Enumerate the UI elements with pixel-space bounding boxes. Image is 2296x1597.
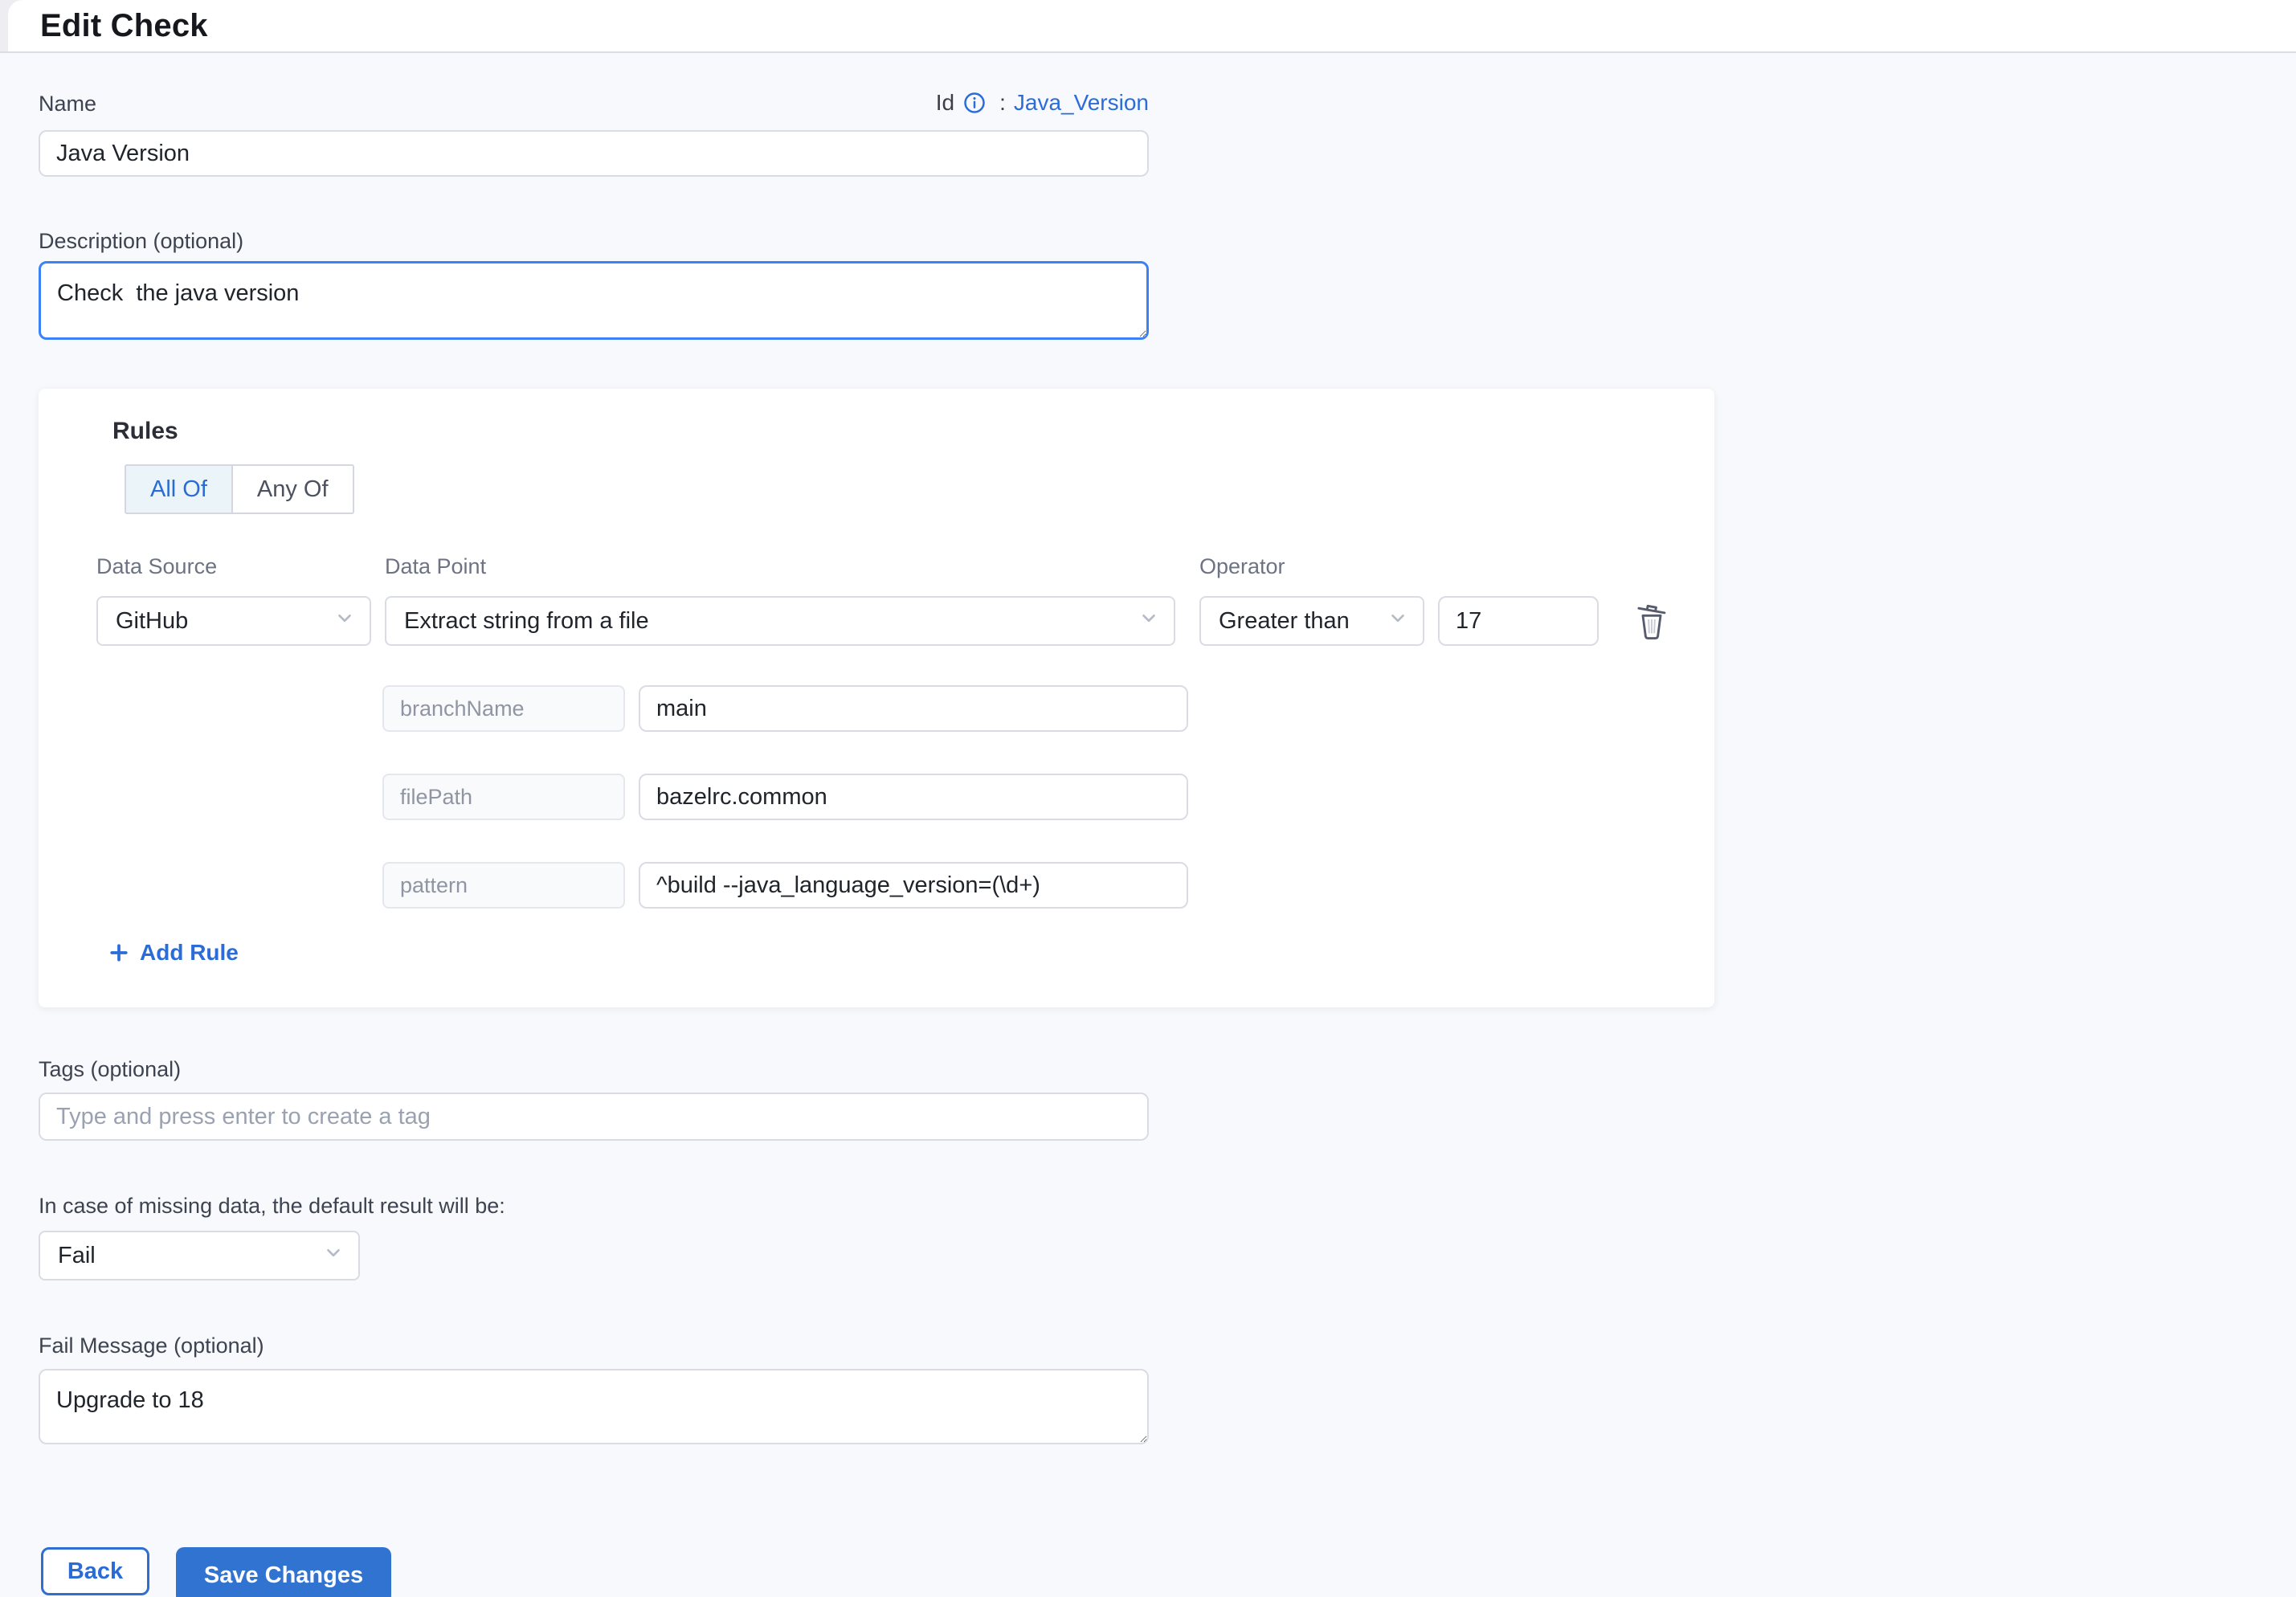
description-label: Description (optional) xyxy=(39,229,243,254)
id-separator: : xyxy=(999,90,1006,116)
info-icon[interactable] xyxy=(962,91,987,115)
page-header-surface: Edit Check xyxy=(8,0,2296,51)
operator-value: Greater than xyxy=(1219,608,1350,635)
param-key: branchName xyxy=(382,685,625,732)
chevron-down-icon xyxy=(1387,607,1408,635)
operator-value-input[interactable] xyxy=(1438,596,1599,646)
param-value-input[interactable] xyxy=(639,685,1188,732)
data-point-value: Extract string from a file xyxy=(404,608,649,635)
chevron-down-icon xyxy=(323,1242,344,1269)
data-source-label: Data Source xyxy=(96,554,217,579)
trash-icon xyxy=(1633,633,1670,645)
rules-heading: Rules xyxy=(112,418,178,445)
id-row: Id : Java_Version xyxy=(39,90,1149,116)
name-input[interactable] xyxy=(39,130,1149,177)
operator-select[interactable]: Greater than xyxy=(1199,596,1424,646)
back-button[interactable]: Back xyxy=(41,1547,149,1595)
rule-match-toggle: All Of Any Of xyxy=(125,464,354,514)
default-result-value: Fail xyxy=(58,1243,96,1269)
tags-label: Tags (optional) xyxy=(39,1057,181,1082)
toggle-all-of[interactable]: All Of xyxy=(126,466,233,513)
add-rule-button[interactable]: Add Rule xyxy=(108,940,239,966)
data-point-select[interactable]: Extract string from a file xyxy=(385,596,1175,646)
page-header: Edit Check xyxy=(0,0,2296,53)
param-key: pattern xyxy=(382,862,625,909)
save-changes-button[interactable]: Save Changes xyxy=(176,1547,391,1597)
default-result-select[interactable]: Fail xyxy=(39,1231,360,1280)
toggle-any-of[interactable]: Any Of xyxy=(233,466,353,513)
chevron-down-icon xyxy=(334,607,355,635)
missing-data-label: In case of missing data, the default res… xyxy=(39,1194,505,1219)
chevron-down-icon xyxy=(1138,607,1159,635)
data-source-value: GitHub xyxy=(116,608,188,635)
param-value-input[interactable] xyxy=(639,774,1188,820)
rules-card: Rules All Of Any Of Data Source Data Poi… xyxy=(39,389,1714,1007)
id-label: Id xyxy=(936,90,954,116)
data-point-label: Data Point xyxy=(385,554,486,579)
fail-message-textarea[interactable] xyxy=(39,1369,1149,1444)
fail-message-label: Fail Message (optional) xyxy=(39,1334,264,1358)
tags-input[interactable] xyxy=(39,1093,1149,1141)
param-value-input[interactable] xyxy=(639,862,1188,909)
edit-check-page: Edit Check Name Id : Java_Version Descri… xyxy=(0,0,2296,1597)
delete-rule-button[interactable] xyxy=(1632,599,1671,644)
add-rule-label: Add Rule xyxy=(140,940,239,966)
param-key: filePath xyxy=(382,774,625,820)
data-source-select[interactable]: GitHub xyxy=(96,596,371,646)
page-title: Edit Check xyxy=(40,8,208,44)
id-value-link[interactable]: Java_Version xyxy=(1014,90,1149,116)
plus-icon xyxy=(108,941,130,964)
operator-label: Operator xyxy=(1199,554,1285,579)
description-textarea[interactable] xyxy=(39,261,1149,340)
